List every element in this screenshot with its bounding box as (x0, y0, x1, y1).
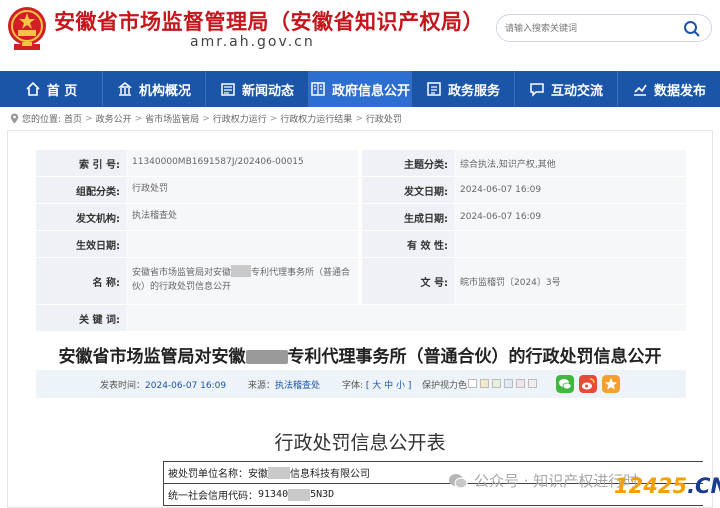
breadcrumb-item[interactable]: 行政权力运行结果 (280, 112, 352, 125)
site-title: 安徽省市场监督管理局（安徽省知识产权局） (54, 10, 484, 34)
site-url: amr.ah.gov.cn (190, 34, 315, 50)
eye-color-swatch[interactable] (516, 379, 525, 388)
nav-label: 新闻动态 (241, 83, 294, 99)
wechat-logo-icon (449, 473, 468, 488)
building-icon (117, 82, 133, 96)
nav-data[interactable]: 数据发布 (618, 71, 720, 107)
meta-label: 发文日期: (362, 177, 454, 203)
nav-news[interactable]: 新闻动态 (206, 71, 308, 107)
eye-color-swatch[interactable] (528, 379, 537, 388)
meta-label: 生成日期: (362, 204, 454, 230)
font-size-switch[interactable]: 字体: [ 大 中 小 ] (342, 378, 411, 391)
meta-value: 安徽省市场监管局对安徽 专利代理事务所（普通合伙）的行政处罚信息公开 (126, 258, 358, 304)
favorite-star-icon[interactable] (602, 375, 620, 393)
meta-label: 文 号: (362, 258, 454, 304)
meta-value: 皖市监稽罚〔2024〕3号 (454, 258, 686, 304)
location-icon (10, 113, 19, 124)
breadcrumb-item[interactable]: 政务公开 (96, 112, 132, 125)
meta-label: 生效日期: (36, 231, 126, 257)
nav-label: 数据发布 (653, 83, 706, 99)
nav-home[interactable]: 首 页 (0, 71, 102, 107)
publish-time: 发表时间：2024-06-07 16:09 (100, 381, 227, 391)
nav-interaction[interactable]: 互动交流 (515, 71, 617, 107)
main-nav: 首 页 机构概况 新闻动态 政府信息公开 政务服务 互动交流 数据发布 (0, 71, 720, 107)
meta-label: 关 键 词: (36, 305, 126, 331)
meta-value: 11340000MB1691587J/202406-00015 (126, 150, 358, 176)
nav-about[interactable]: 机构概况 (103, 71, 205, 107)
meta-value: 行政处罚 (126, 177, 358, 203)
nav-label: 政务服务 (447, 83, 500, 99)
disclosure-table-title: 行政处罚信息公开表 (274, 432, 446, 454)
meta-value (126, 231, 358, 257)
nav-gov-info[interactable]: 政府信息公开 (309, 71, 411, 107)
list-icon (427, 82, 441, 96)
wechat-watermark: 公众号 · 知识产权进行时 (448, 470, 638, 491)
meta-value: 执法稽查处 (126, 204, 358, 230)
weibo-share-icon[interactable] (579, 375, 597, 393)
home-icon (26, 81, 40, 96)
chat-icon (530, 83, 544, 97)
site-watermark-logo: 12425.CN (614, 474, 720, 498)
article-source: 来源：执法稽查处 (248, 381, 321, 391)
breadcrumb-item[interactable]: 行政权力运行 (213, 112, 267, 125)
search-icon[interactable] (683, 20, 701, 38)
redacted-block (245, 350, 288, 364)
meta-value (126, 305, 686, 331)
meta-label: 名 称: (36, 258, 126, 304)
eye-color-swatch[interactable] (480, 379, 489, 388)
document-icon (311, 82, 325, 96)
nav-label: 机构概况 (138, 83, 191, 99)
meta-label: 组配分类: (36, 177, 126, 203)
wechat-share-icon[interactable] (556, 375, 574, 393)
nav-label: 政府信息公开 (331, 83, 410, 99)
eye-color-swatch[interactable] (504, 379, 513, 388)
eye-color-swatch[interactable] (492, 379, 501, 388)
breadcrumb-prefix: 您的位置: (22, 115, 62, 125)
eye-color-swatches (468, 379, 537, 388)
search-box (496, 14, 712, 42)
nav-label: 互动交流 (550, 83, 603, 99)
meta-value: 2024-06-07 16:09 (454, 204, 686, 230)
article-title: 安徽省市场监管局对安徽 专利代理事务所（普通合伙）的行政处罚信息公开 (58, 347, 662, 367)
article-info-bar: 发表时间：2024-06-07 16:09 来源：执法稽查处 字体: [ 大 中… (36, 370, 686, 398)
meta-label: 主题分类: (362, 150, 454, 176)
meta-label: 发文机构: (36, 204, 126, 230)
site-header: 安徽省市场监督管理局（安徽省知识产权局） amr.ah.gov.cn (0, 0, 720, 68)
eye-color-swatch[interactable] (468, 379, 477, 388)
news-icon (221, 83, 235, 96)
meta-value: 2024-06-07 16:09 (454, 177, 686, 203)
search-input[interactable] (505, 20, 675, 38)
breadcrumb-item[interactable]: 行政处罚 (366, 112, 402, 125)
meta-value (454, 231, 686, 257)
nav-services[interactable]: 政务服务 (412, 71, 514, 107)
nav-label: 首 页 (46, 83, 78, 99)
meta-label: 有 效 性: (362, 231, 454, 257)
breadcrumb-item[interactable]: 省市场监管局 (145, 112, 199, 125)
document-meta-table: 索 引 号: 11340000MB1691587J/202406-00015 主… (36, 150, 686, 332)
chart-icon (633, 84, 647, 96)
national-emblem-icon (8, 7, 46, 50)
breadcrumb: 您的位置: 首页 > 政务公开 > 省市场监管局 > 行政权力运行 > 行政权力运行结果… (10, 112, 402, 125)
meta-label: 索 引 号: (36, 150, 126, 176)
breadcrumb-home[interactable]: 首页 (64, 112, 82, 125)
meta-value: 综合执法,知识产权,其他 (454, 150, 686, 176)
